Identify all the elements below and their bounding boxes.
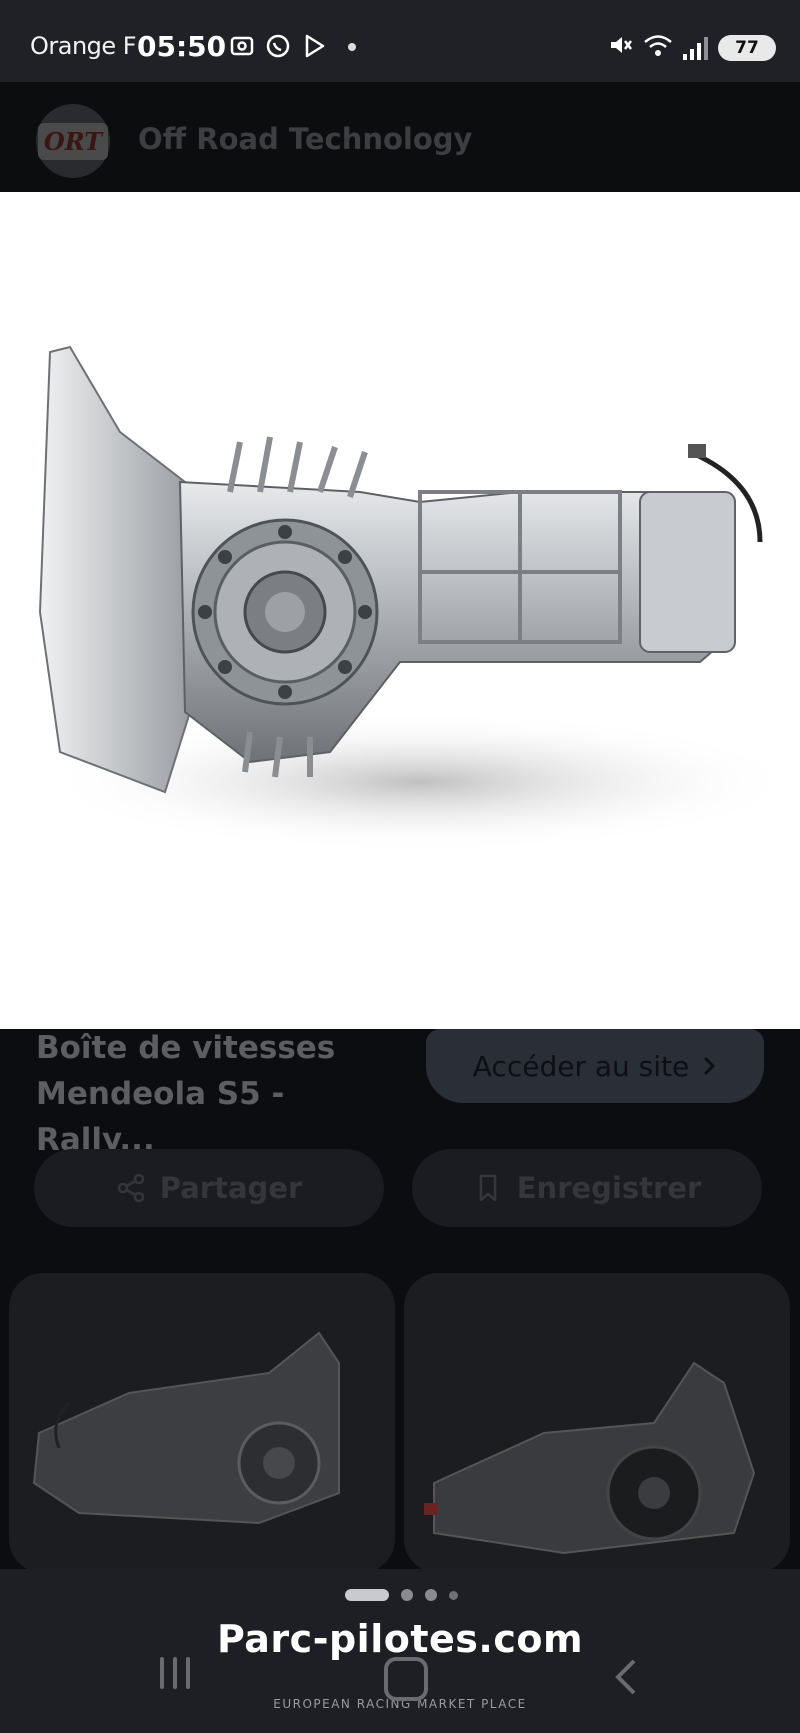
wifi-icon xyxy=(643,32,673,64)
pager-dot[interactable] xyxy=(425,1589,437,1601)
notification-icons xyxy=(228,33,356,61)
carousel-pager[interactable] xyxy=(345,1589,458,1601)
more-notifications-dot xyxy=(348,43,356,51)
carrier-label: Orange F xyxy=(30,32,137,60)
related-image-2[interactable] xyxy=(404,1273,790,1573)
play-store-icon xyxy=(300,33,328,61)
clock: 05:50 xyxy=(137,30,227,63)
result-title[interactable]: Boîte de vitesses Mendeola S5 - Rally... xyxy=(36,1025,406,1163)
bookmark-icon xyxy=(479,1174,496,1202)
site-header[interactable]: ORT Off Road Technology xyxy=(0,82,800,192)
pager-dot[interactable] xyxy=(449,1590,458,1600)
recent-apps-icon[interactable] xyxy=(160,1657,190,1689)
watermark-brand: Parc-pilotes.com xyxy=(216,1617,584,1661)
visit-site-label: Accéder au site xyxy=(472,1049,690,1083)
home-icon[interactable] xyxy=(384,1657,428,1701)
visit-site-button[interactable]: Accéder au site xyxy=(426,1029,764,1103)
mute-icon xyxy=(607,32,633,64)
status-bar: Orange F 05:50 77 xyxy=(0,0,800,82)
save-button[interactable]: Enregistrer xyxy=(412,1149,762,1227)
share-icon xyxy=(117,1173,144,1203)
result-details: Boîte de vitesses Mendeola S5 - Rally...… xyxy=(0,1029,800,1573)
gearbox-illustration xyxy=(38,345,800,852)
site-name: Off Road Technology xyxy=(138,122,473,156)
pager-dot-active[interactable] xyxy=(345,1589,389,1601)
gearbox-thumbnail-2 xyxy=(424,1361,756,1555)
product-image[interactable] xyxy=(0,192,800,1029)
site-logo: ORT xyxy=(36,104,110,178)
share-button[interactable]: Partager xyxy=(34,1149,384,1227)
pager-dot[interactable] xyxy=(401,1589,413,1601)
whatsapp-icon xyxy=(264,33,292,61)
bottom-bar: Parc-pilotes.com EUROPEAN RACING MARKET … xyxy=(0,1569,800,1733)
chevron-right-icon xyxy=(704,1056,716,1076)
back-icon[interactable] xyxy=(612,1657,640,1701)
title-line-1: Boîte de vitesses xyxy=(36,1030,336,1066)
gearbox-thumbnail xyxy=(32,1331,340,1525)
logo-text: ORT xyxy=(37,122,109,160)
photo-icon xyxy=(228,33,256,61)
battery-icon: 77 xyxy=(718,35,776,61)
signal-icon xyxy=(683,36,708,60)
system-icons: 77 xyxy=(607,32,776,64)
related-image-1[interactable] xyxy=(9,1273,395,1573)
share-label: Partager xyxy=(159,1171,303,1205)
save-label: Enregistrer xyxy=(516,1171,702,1205)
battery-level: 77 xyxy=(735,38,759,58)
